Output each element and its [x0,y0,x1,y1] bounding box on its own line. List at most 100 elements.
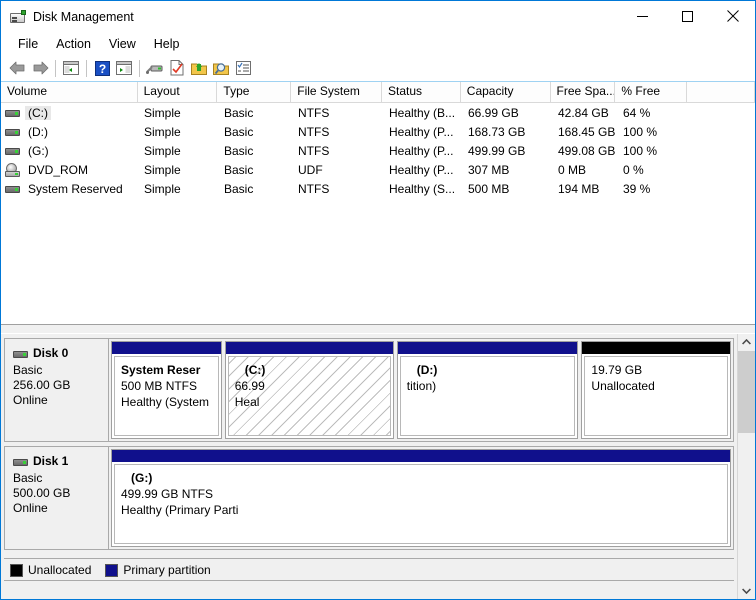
legend-item: Unallocated [10,563,91,577]
scroll-up-icon[interactable] [738,334,755,351]
table-row[interactable]: (G:) Simple Basic NTFS Healthy (P... 499.99 G… [1,141,755,160]
rescan-disks-icon[interactable] [144,57,166,79]
partition-block[interactable]: (D:) tition) [396,341,579,439]
partition-block[interactable]: 19.79 GB Unallocated [581,341,731,439]
cell-free: 499.08 GB [558,143,616,158]
cell-capacity: 307 MB [468,162,510,177]
cell-layout: Simple [144,124,181,139]
help-icon[interactable]: ? [91,57,113,79]
partition-strip: System Reser 500 MB NTFS Healthy (System (C… [108,338,734,442]
maximize-icon[interactable] [665,1,710,31]
partition-block[interactable]: (C:) 66.99 Heal [224,341,394,439]
cell-volume: (C:) [1,103,138,122]
table-row[interactable]: DVD_ROM Simple Basic UDF Healthy (P... 307 MB… [1,160,755,179]
title-bar: Disk Management [1,1,755,32]
cell-type: Basic [224,143,254,158]
partition-color-bar [582,342,730,354]
cell-pct_free: 39 % [623,181,651,196]
hard-disk-icon [13,347,28,360]
status-strip [4,580,734,597]
cell-type: Basic [224,105,254,120]
disk-info-panel[interactable]: Disk 0 Basic 256.00 GB Online [4,338,108,442]
disk-name: Disk 1 [33,454,69,468]
partition-status: tition) [406,379,437,393]
cell-layout: Simple [144,105,181,120]
disk-size: 256.00 GB [13,378,71,392]
cd-rom-icon [5,162,20,177]
cell-type: Basic [224,181,254,196]
table-row[interactable]: System Reserved Simple Basic NTFS Healthy (S… [1,179,755,198]
column-header-spacer[interactable] [687,82,755,102]
hard-disk-icon [5,144,20,157]
partition-details: System Reser 500 MB NTFS Healthy (System [114,356,219,436]
column-header-type[interactable]: Type [217,82,292,102]
legend-label: Unallocated [28,563,92,577]
properties-icon[interactable] [166,57,188,79]
minimize-icon[interactable] [620,1,665,31]
menu-action[interactable]: Action [47,35,100,53]
forward-arrow-icon[interactable] [29,57,51,79]
partition-block[interactable]: (G:) 499.99 GB NTFS Healthy (Primary Parti [111,449,731,547]
disk-management-window: Disk Management File Action View Help ? … [0,0,756,600]
menu-file[interactable]: File [9,35,47,53]
search-icon[interactable] [210,57,232,79]
partition-status: Healthy (System [121,395,210,409]
hard-disk-icon [5,125,20,138]
scrollbar-track[interactable] [738,351,755,582]
partition-strip: (G:) 499.99 GB NTFS Healthy (Primary Parti [108,446,734,550]
pane-splitter[interactable] [1,324,755,334]
vertical-scrollbar[interactable] [737,334,755,599]
disk-size: 500.00 GB [13,486,71,500]
table-row[interactable]: (D:) Simple Basic NTFS Healthy (P... 168.73 G… [1,122,755,141]
volume-list-body: (C:) Simple Basic NTFS Healthy (B... 66.99 GB… [1,103,755,198]
export-list-icon[interactable] [188,57,210,79]
legend: Unallocated Primary partition [4,559,219,581]
partition-color-bar [225,342,393,354]
cell-filesystem: UDF [298,162,323,177]
partition-block[interactable]: System Reser 500 MB NTFS Healthy (System [111,341,222,439]
partition-status: Unallocated [591,379,655,393]
disk-row: Disk 1 Basic 500.00 GB Online (G:) 499.99 GB … [4,446,734,550]
table-row[interactable]: (C:) Simple Basic NTFS Healthy (B... 66.99 GB… [1,103,755,122]
close-icon[interactable] [710,1,755,31]
disk-type: Basic [13,471,43,485]
cell-type: Basic [224,124,254,139]
cell-filesystem: NTFS [298,105,330,120]
cell-pct_free: 0 % [623,162,644,177]
cell-volume: DVD_ROM [1,160,138,179]
legend-item: Primary partition [105,563,211,577]
partition-details: (C:) 66.99 Heal [227,356,391,436]
disk-info-panel[interactable]: Disk 1 Basic 500.00 GB Online [4,446,108,550]
partition-status: Heal [234,395,260,409]
scrollbar-thumb[interactable] [738,351,755,433]
partition-details: (G:) 499.99 GB NTFS Healthy (Primary Parti [114,464,728,544]
partition-status: Healthy (Primary Parti [121,503,239,517]
show-hide-action-pane-icon[interactable] [113,57,135,79]
toolbar: ? [1,55,755,82]
column-header-capacity[interactable]: Capacity [460,82,551,102]
partition-size-fs: 499.99 GB NTFS [121,487,214,501]
cell-layout: Simple [144,181,181,196]
column-header-file-system[interactable]: File System [291,82,382,102]
scroll-down-icon[interactable] [738,582,755,599]
disk-graphical-pane: Disk 0 Basic 256.00 GB Online System Reser 50… [1,334,755,599]
menu-help[interactable]: Help [145,35,189,53]
show-hide-console-tree-icon[interactable] [60,57,82,79]
cell-pct_free: 100 % [623,143,658,158]
cell-free: 194 MB [558,181,600,196]
partition-details: 19.79 GB Unallocated [584,356,728,436]
cell-pct_free: 100 % [623,124,658,139]
menu-view[interactable]: View [100,35,145,53]
svg-text:?: ? [98,62,105,76]
checklist-icon[interactable] [232,57,254,79]
column-header-status[interactable]: Status [381,82,461,102]
cell-capacity: 500 MB [468,181,510,196]
column-header-layout[interactable]: Layout [137,82,218,102]
column-header-volume[interactable]: Volume [1,82,138,102]
back-arrow-icon[interactable] [7,57,29,79]
toolbar-separator [55,59,56,77]
partition-color-bar [112,342,221,354]
cell-volume: System Reserved [1,179,138,198]
column-header--free[interactable]: % Free [615,82,688,102]
column-header-free-spa[interactable]: Free Spa... [550,82,616,102]
